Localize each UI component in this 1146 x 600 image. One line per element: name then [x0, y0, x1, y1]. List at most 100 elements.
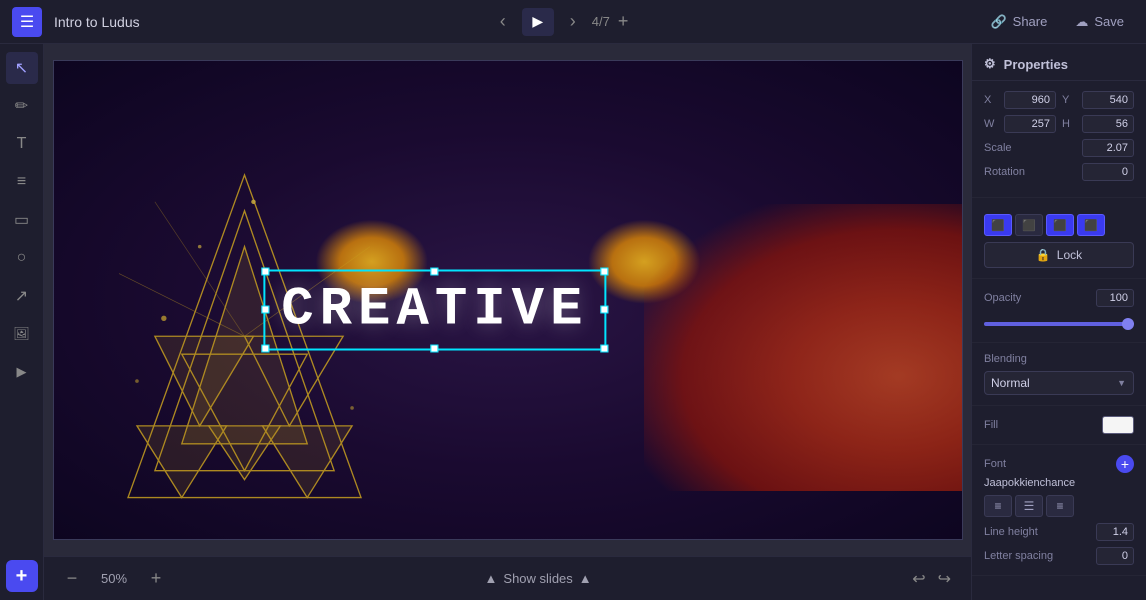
x-label: X — [984, 94, 998, 106]
scale-label: Scale — [984, 142, 1012, 154]
fill-color-swatch[interactable] — [1102, 416, 1134, 434]
add-icon: + — [16, 565, 28, 588]
text-align-center-button[interactable]: ☰ — [1015, 495, 1043, 517]
menu-button[interactable]: ☰ — [12, 7, 42, 37]
arrow-diag-icon: ↗ — [15, 286, 28, 306]
prev-slide-button[interactable]: ‹ — [492, 7, 514, 36]
position-size-section: X Y W H Scale Rotation — [972, 81, 1146, 198]
line-height-input[interactable] — [1096, 523, 1134, 541]
align-top-button[interactable]: ⬛ — [1077, 214, 1105, 236]
font-name: Jaapokkienchance — [984, 477, 1134, 489]
font-add-button[interactable]: + — [1116, 455, 1134, 473]
w-label: W — [984, 118, 998, 130]
circle-tool-button[interactable]: ○ — [6, 242, 38, 274]
lock-button[interactable]: 🔒 Lock — [984, 242, 1134, 268]
pen-tool-button[interactable]: ✏ — [6, 90, 38, 122]
zoom-in-button[interactable]: + — [144, 567, 168, 591]
y-input[interactable] — [1082, 91, 1134, 109]
text-align-left-button[interactable]: ≡ — [984, 495, 1012, 517]
text-align-right-button[interactable]: ≡ — [1046, 495, 1074, 517]
undo-redo-controls: ↩ ↪ — [908, 565, 955, 593]
opacity-section: Opacity — [972, 279, 1146, 343]
handle-bottom-left[interactable] — [261, 344, 269, 352]
font-section: Font + Jaapokkienchance ≡ ☰ ≡ Line heigh… — [972, 445, 1146, 576]
w-input[interactable] — [1004, 115, 1056, 133]
x-input[interactable] — [1004, 91, 1056, 109]
wh-row: W H — [984, 115, 1134, 133]
add-element-button[interactable]: + — [6, 560, 38, 592]
zoom-out-button[interactable]: − — [60, 567, 84, 591]
rotation-label: Rotation — [984, 166, 1025, 178]
align-center-h-button[interactable]: ⬛ — [1015, 214, 1043, 236]
y-label: Y — [1062, 94, 1076, 106]
handle-top-right[interactable] — [600, 267, 608, 275]
save-button[interactable]: ☁ Save — [1065, 10, 1134, 34]
lines-tool-button[interactable]: ≡ — [6, 166, 38, 198]
image-icon: 🖼 — [13, 326, 30, 342]
video-icon: ▶ — [17, 364, 27, 380]
slide-counter: 4/7 — [592, 14, 610, 29]
font-label: Font — [984, 458, 1006, 470]
align-left-button[interactable]: ⬛ — [984, 214, 1012, 236]
main-layout: ↖ ✏ T ≡ ▭ ○ ↗ 🖼 ▶ + — [0, 44, 1146, 600]
canvas-area: .tri { fill: none; stroke: #c8a020; stro… — [44, 44, 971, 600]
image-tool-button[interactable]: 🖼 — [6, 318, 38, 350]
scale-row: Scale — [984, 139, 1134, 157]
creative-text-element[interactable]: CREATIVE — [263, 269, 606, 350]
handle-mid-right[interactable] — [600, 306, 608, 314]
rect-tool-button[interactable]: ▭ — [6, 204, 38, 236]
chevron-down-icon: ▲ — [579, 571, 592, 586]
align-right-button[interactable]: ⬛ — [1046, 214, 1074, 236]
slide-canvas[interactable]: .tri { fill: none; stroke: #c8a020; stro… — [53, 60, 963, 540]
zoom-level: 50% — [96, 571, 132, 586]
menu-icon: ☰ — [20, 12, 34, 32]
bottom-bar: − 50% + ▲ Show slides ▲ ↩ ↪ — [44, 556, 971, 600]
lines-icon: ≡ — [17, 173, 26, 191]
arrow-tool-button[interactable]: ↗ — [6, 280, 38, 312]
opacity-input[interactable] — [1096, 289, 1134, 307]
plus-icon: + — [151, 568, 162, 589]
letter-spacing-input[interactable] — [1096, 547, 1134, 565]
share-button[interactable]: 🔗 Share — [980, 10, 1057, 34]
arrow-right-icon: › — [570, 11, 576, 31]
blending-select[interactable]: Normal Multiply Screen Overlay Darken Li… — [984, 371, 1134, 395]
undo-icon: ↩ — [912, 571, 925, 588]
h-input[interactable] — [1082, 115, 1134, 133]
redo-button[interactable]: ↪ — [934, 565, 955, 593]
cursor-icon: ↖ — [15, 58, 28, 78]
play-icon: ▶ — [532, 13, 543, 30]
handle-top-left[interactable] — [261, 267, 269, 275]
select-tool-button[interactable]: ↖ — [6, 52, 38, 84]
gear-icon: ⚙ — [984, 56, 996, 72]
left-toolbar: ↖ ✏ T ≡ ▭ ○ ↗ 🖼 ▶ + — [0, 44, 44, 600]
line-height-label: Line height — [984, 526, 1038, 538]
text-align-buttons: ≡ ☰ ≡ — [984, 495, 1134, 517]
fill-label: Fill — [984, 419, 998, 431]
text-tool-button[interactable]: T — [6, 128, 38, 160]
handle-top-mid[interactable] — [431, 267, 439, 275]
undo-button[interactable]: ↩ — [908, 565, 929, 593]
scale-input[interactable] — [1082, 139, 1134, 157]
opacity-slider[interactable] — [984, 322, 1134, 326]
fill-section: Fill — [972, 406, 1146, 445]
circle-icon: ○ — [17, 249, 27, 267]
creative-label: CREATIVE — [281, 279, 588, 340]
slide-navigation: ‹ ▶ › 4/7 + — [492, 7, 629, 36]
show-slides-button[interactable]: ▲ Show slides ▲ — [485, 571, 592, 586]
handle-bottom-right[interactable] — [600, 344, 608, 352]
blending-label-row: Blending — [984, 353, 1134, 365]
align-buttons: ⬛ ⬛ ⬛ ⬛ — [984, 214, 1134, 236]
topbar-actions: 🔗 Share ☁ Save — [980, 10, 1134, 34]
play-button[interactable]: ▶ — [522, 8, 554, 36]
next-slide-button[interactable]: › — [562, 7, 584, 36]
rotation-input[interactable] — [1082, 163, 1134, 181]
canvas-wrapper[interactable]: .tri { fill: none; stroke: #c8a020; stro… — [44, 44, 971, 556]
video-tool-button[interactable]: ▶ — [6, 356, 38, 388]
opacity-label: Opacity — [984, 292, 1021, 304]
rect-icon: ▭ — [14, 210, 29, 230]
alignment-section: ⬛ ⬛ ⬛ ⬛ 🔒 Lock — [972, 198, 1146, 279]
document-title: Intro to Ludus — [54, 14, 140, 30]
handle-mid-left[interactable] — [261, 306, 269, 314]
handle-bottom-mid[interactable] — [431, 344, 439, 352]
add-slide-button[interactable]: + — [618, 11, 629, 32]
